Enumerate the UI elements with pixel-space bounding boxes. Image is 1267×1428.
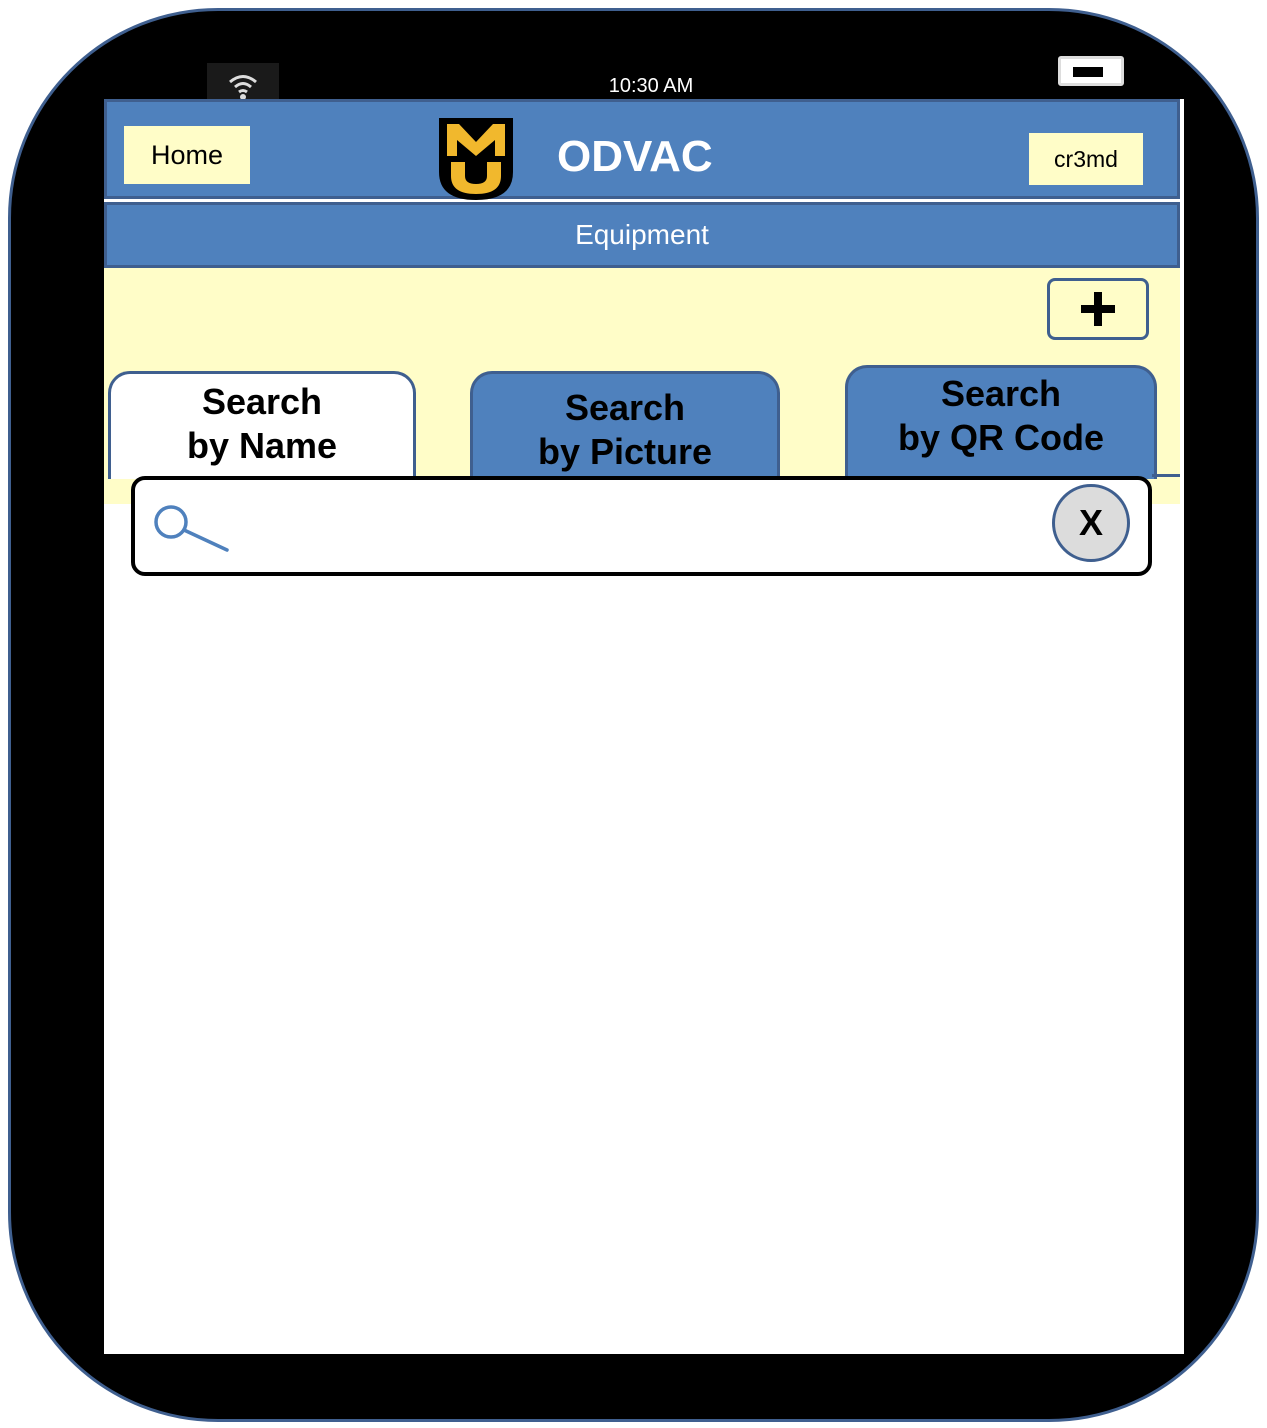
home-button[interactable]: Home (124, 126, 250, 184)
app-screen: Home ODVAC cr3md Equipment Search by Nam… (104, 99, 1184, 1354)
tab-divider (1152, 474, 1180, 477)
tab-label-line2: by QR Code (897, 417, 1104, 458)
search-input[interactable] (235, 498, 1039, 558)
tab-search-by-qr-code[interactable]: Search by QR Code (845, 365, 1157, 479)
battery-icon (1058, 56, 1124, 86)
plus-icon (1081, 292, 1115, 326)
tab-label-line1: Search (201, 381, 323, 422)
add-equipment-button[interactable] (1047, 278, 1149, 340)
tab-search-by-picture[interactable]: Search by Picture (470, 371, 780, 479)
search-icon (154, 505, 229, 552)
tab-label-line1: Search (564, 387, 686, 428)
app-header: Home ODVAC cr3md (104, 99, 1180, 200)
page-title: Equipment (104, 202, 1180, 268)
user-button[interactable]: cr3md (1029, 133, 1143, 185)
clear-search-button[interactable]: X (1052, 484, 1130, 562)
status-time: 10:30 AM (608, 75, 694, 97)
tab-search-by-name[interactable]: Search by Name (108, 371, 416, 479)
app-title: ODVAC (557, 132, 713, 181)
tab-label-line1: Search (940, 373, 1062, 414)
mu-logo-icon (439, 118, 513, 200)
tab-label-line2: by Name (186, 425, 338, 466)
search-bar: X (131, 476, 1152, 576)
tab-label-line2: by Picture (537, 431, 713, 472)
